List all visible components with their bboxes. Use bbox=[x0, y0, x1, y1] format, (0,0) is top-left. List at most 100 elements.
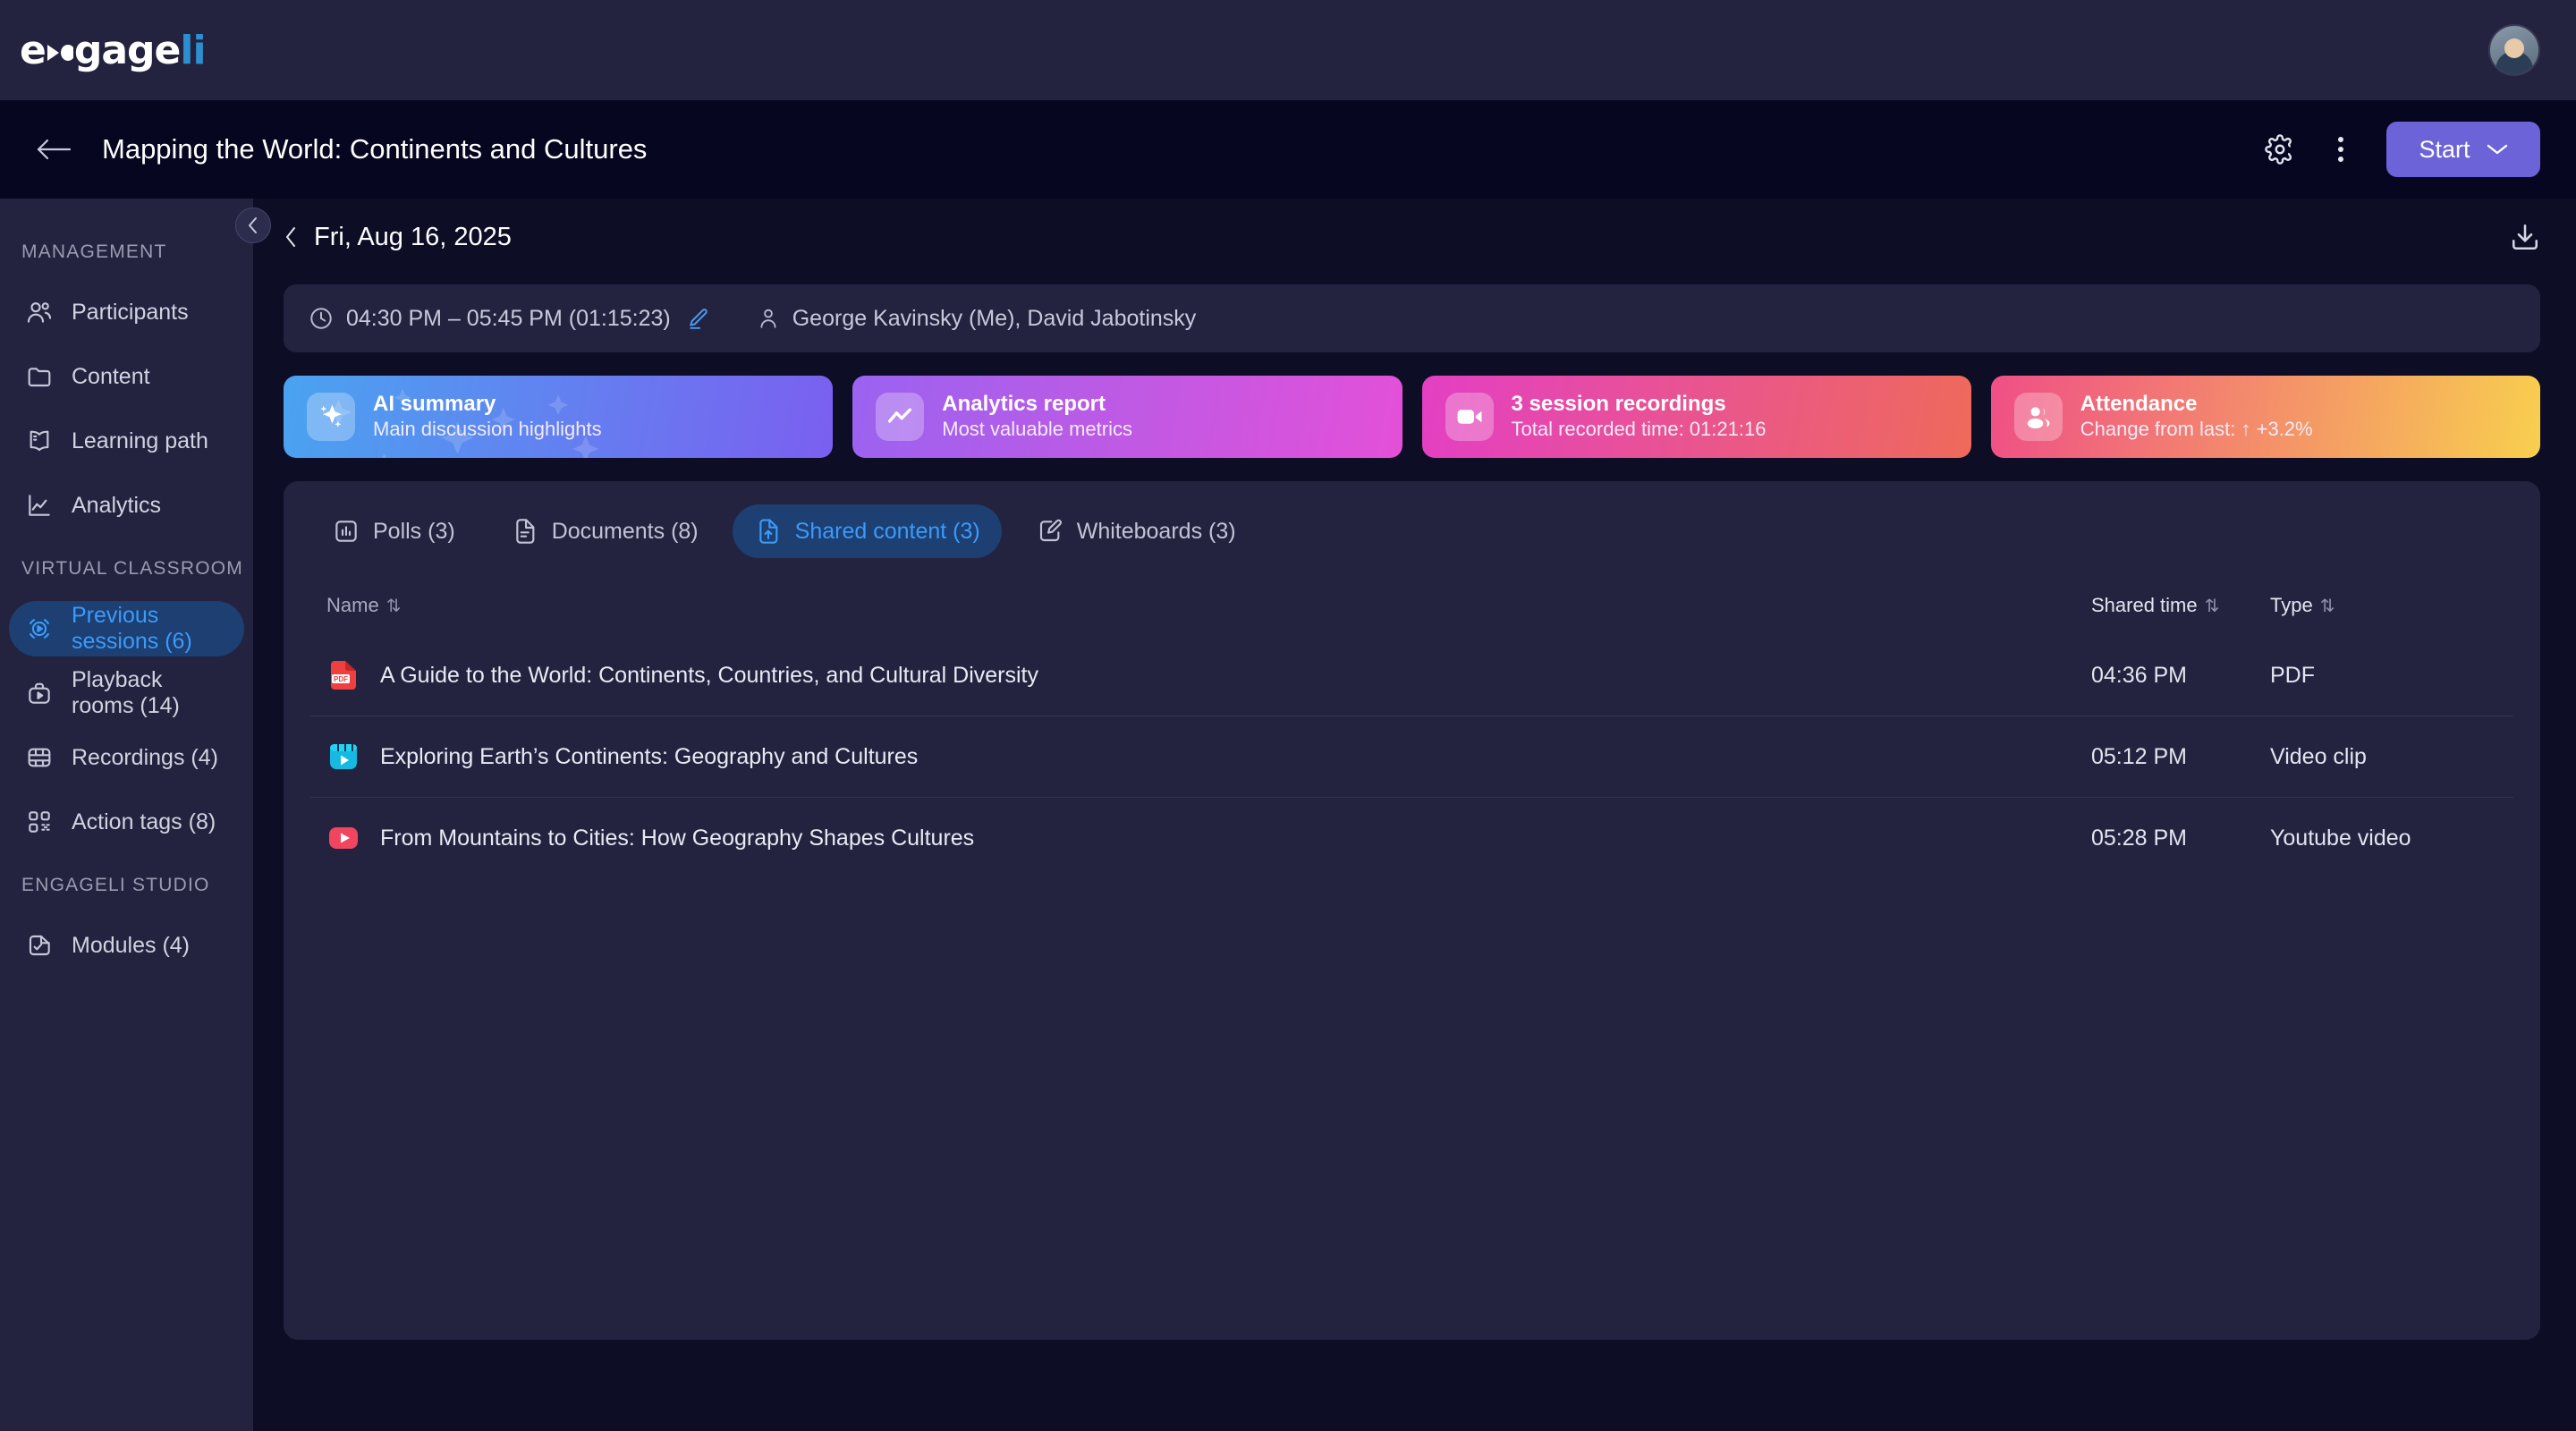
pdf-file-icon: PDF bbox=[326, 658, 360, 692]
chevron-left-icon bbox=[247, 216, 259, 234]
sort-icon[interactable]: ⇅ bbox=[386, 597, 402, 616]
cell-shared-time: 05:28 PM bbox=[2075, 797, 2254, 878]
kebab-dot bbox=[2338, 147, 2343, 152]
tab-label: Documents (8) bbox=[551, 518, 699, 544]
column-header-shared-time[interactable]: Shared time ⇅ bbox=[2075, 581, 2254, 635]
engageli-logo[interactable]: e gage li bbox=[20, 27, 207, 73]
date-navigation-row: Fri, Aug 16, 2025 bbox=[284, 199, 2540, 275]
sidebar-item-modules-4[interactable]: Modules (4) bbox=[9, 918, 244, 973]
summary-card-attendance[interactable]: Attendance Change from last: ↑ +3.2% bbox=[1990, 376, 2540, 458]
content-name: Exploring Earth’s Continents: Geography … bbox=[380, 743, 919, 769]
summary-card-3-session-recordings[interactable]: 3 session recordings Total recorded time:… bbox=[1421, 376, 1971, 458]
content-panel: Polls (3) Documents (8) Shared content (3)… bbox=[284, 481, 2540, 1340]
summary-card-ai-summary[interactable]: AI summary Main discussion highlights bbox=[284, 376, 834, 458]
cell-name: PDF A Guide to the World: Continents, Cou… bbox=[310, 635, 2075, 716]
sidebar: MANAGEMENT Participants Content Learning pa… bbox=[0, 199, 271, 1431]
session-time-item: 04:30 PM – 05:45 PM (01:15:23) bbox=[309, 306, 710, 332]
summary-card-title: Analytics report bbox=[942, 391, 1106, 416]
clock-icon bbox=[309, 306, 334, 331]
whiteboard-pen-icon bbox=[1036, 517, 1064, 546]
summary-card-analytics-report[interactable]: Analytics report Most valuable metrics bbox=[852, 376, 1402, 458]
content-name: From Mountains to Cities: How Geography … bbox=[380, 825, 975, 851]
cell-shared-time: 05:12 PM bbox=[2075, 716, 2254, 798]
logo-text-part1: e bbox=[20, 27, 47, 73]
playback-room-icon bbox=[25, 679, 54, 707]
arrow-left-icon[interactable] bbox=[36, 137, 72, 162]
summary-card-title: 3 session recordings bbox=[1511, 391, 1726, 416]
gear-icon[interactable] bbox=[2265, 134, 2295, 165]
shared-content-icon bbox=[754, 517, 783, 546]
sidebar-item-label: Recordings (4) bbox=[72, 744, 218, 770]
page-title: Mapping the World: Continents and Cultur… bbox=[102, 133, 648, 165]
sidebar-collapse-button[interactable] bbox=[235, 207, 271, 243]
table-row[interactable]: From Mountains to Cities: How Geography … bbox=[310, 797, 2513, 878]
summary-card-title: Attendance bbox=[2080, 391, 2198, 416]
sort-icon[interactable]: ⇅ bbox=[2205, 597, 2220, 616]
trend-line-icon bbox=[876, 393, 925, 441]
tab-shared-content-3[interactable]: Shared content (3) bbox=[732, 504, 1002, 558]
sidebar-item-label: Modules (4) bbox=[72, 932, 190, 958]
session-participants-item: George Kavinsky (Me), David Jabotinsky bbox=[757, 305, 1197, 332]
sidebar-item-participants[interactable]: Participants bbox=[9, 284, 244, 340]
sort-icon[interactable]: ⇅ bbox=[2320, 597, 2335, 616]
session-header: Mapping the World: Continents and Cultur… bbox=[0, 100, 2576, 199]
summary-card-text: Analytics report Most valuable metrics bbox=[942, 392, 1132, 442]
session-meta-card: 04:30 PM – 05:45 PM (01:15:23) George Ka… bbox=[284, 284, 2540, 352]
summary-card-title: AI summary bbox=[373, 391, 496, 416]
poll-bars-icon bbox=[332, 517, 360, 546]
column-header-name[interactable]: Name ⇅ bbox=[310, 581, 2075, 635]
sidebar-item-content[interactable]: Content bbox=[9, 349, 244, 404]
column-label: Name bbox=[326, 594, 379, 616]
sidebar-item-label: Learning path bbox=[72, 428, 208, 453]
svg-text:PDF: PDF bbox=[334, 675, 348, 683]
session-participants: George Kavinsky (Me), David Jabotinsky bbox=[792, 305, 1197, 331]
sidebar-item-recordings-4[interactable]: Recordings (4) bbox=[9, 730, 244, 785]
table-row[interactable]: Exploring Earth’s Continents: Geography … bbox=[310, 716, 2513, 798]
cell-shared-time: 04:36 PM bbox=[2091, 662, 2188, 688]
sidebar-group-label: MANAGEMENT bbox=[21, 241, 167, 262]
cell-name: Exploring Earth’s Continents: Geography … bbox=[310, 716, 2075, 798]
film-icon bbox=[25, 743, 54, 772]
document-icon bbox=[511, 517, 539, 546]
column-label: Type bbox=[2270, 594, 2313, 616]
sidebar-item-label: Analytics bbox=[72, 492, 162, 518]
download-icon[interactable] bbox=[2510, 222, 2540, 252]
start-button[interactable]: Start bbox=[2386, 122, 2540, 177]
sidebar-item-action-tags-8[interactable]: Action tags (8) bbox=[9, 794, 244, 850]
table-row[interactable]: PDF A Guide to the World: Continents, Cou… bbox=[310, 635, 2513, 716]
summary-card-subtitle: Change from last: ↑ +3.2% bbox=[2080, 417, 2313, 440]
qr-tag-icon bbox=[25, 808, 54, 836]
start-button-label: Start bbox=[2419, 135, 2470, 163]
sidebar-group-label: VIRTUAL CLASSROOM bbox=[21, 558, 243, 579]
kebab-menu-icon[interactable] bbox=[2326, 130, 2356, 169]
kebab-dot bbox=[2338, 137, 2343, 142]
module-check-icon bbox=[25, 931, 54, 960]
summary-card-text: Attendance Change from last: ↑ +3.2% bbox=[2080, 392, 2313, 442]
summary-card-text: AI summary Main discussion highlights bbox=[373, 392, 602, 442]
bowtie-icon bbox=[47, 41, 73, 64]
summary-card-subtitle: Main discussion highlights bbox=[373, 417, 602, 440]
logo-text-part3: li bbox=[180, 27, 206, 73]
sidebar-item-label: Content bbox=[72, 363, 150, 389]
table-header: Name ⇅ Shared time ⇅ Type ⇅ bbox=[310, 581, 2513, 635]
sidebar-item-previous-sessions-6[interactable]: Previous sessions (6) bbox=[9, 601, 244, 656]
tab-whiteboards-3[interactable]: Whiteboards (3) bbox=[1014, 504, 1258, 558]
tab-documents-8[interactable]: Documents (8) bbox=[489, 504, 720, 558]
avatar-head bbox=[2504, 38, 2524, 58]
summary-card-subtitle: Total recorded time: 01:21:16 bbox=[1511, 417, 1767, 440]
chevron-left-icon[interactable] bbox=[284, 225, 298, 249]
sidebar-item-analytics[interactable]: Analytics bbox=[9, 478, 244, 533]
content-tabs: Polls (3) Documents (8) Shared content (3)… bbox=[310, 504, 2513, 558]
column-header-type[interactable]: Type ⇅ bbox=[2254, 581, 2513, 635]
tab-polls-3[interactable]: Polls (3) bbox=[310, 504, 477, 558]
cell-type: PDF bbox=[2270, 662, 2315, 688]
tab-label: Shared content (3) bbox=[794, 518, 980, 544]
sidebar-item-label: Action tags (8) bbox=[72, 809, 216, 834]
pencil-edit-icon[interactable] bbox=[687, 307, 710, 330]
sidebar-item-playback-rooms-14[interactable]: Playback rooms (14) bbox=[9, 665, 244, 721]
sidebar-item-learning-path[interactable]: Learning path bbox=[9, 413, 244, 469]
summary-card-text: 3 session recordings Total recorded time:… bbox=[1512, 392, 1767, 442]
avatar[interactable] bbox=[2488, 24, 2540, 76]
video-camera-icon bbox=[1445, 393, 1494, 441]
cell-type: Video clip bbox=[2254, 716, 2513, 798]
